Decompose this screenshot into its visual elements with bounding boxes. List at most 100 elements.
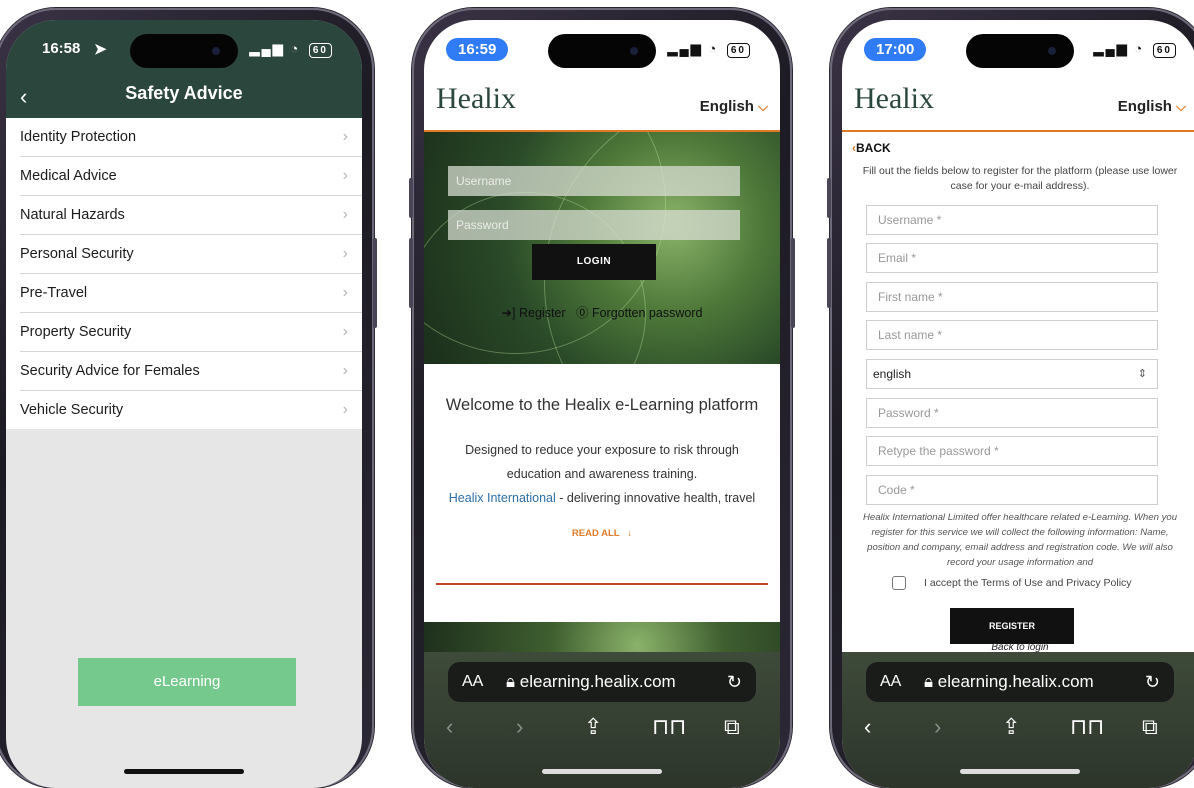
list-item-label: Personal Security: [20, 246, 134, 262]
wifi-icon: ◔: [290, 41, 301, 56]
browser-tools: ‹ › ⇪ ⊓⊓ ⧉: [424, 714, 780, 744]
url-text: elearning.healix.com: [937, 672, 1094, 691]
divider: [436, 583, 768, 585]
list-item-medical-advice[interactable]: Medical Advice ›: [20, 157, 362, 196]
forgotten-password-link[interactable]: Forgotten password: [592, 306, 702, 320]
forward-arrow-icon[interactable]: ›: [934, 714, 941, 740]
status-time: 16:58: [42, 40, 81, 57]
status-icons: ▂▄▆ ◔ 60: [250, 41, 332, 58]
healix-logo[interactable]: Healix: [854, 82, 934, 116]
privacy-notice: Healix International Limited offer healt…: [862, 512, 1178, 568]
list-item-property-security[interactable]: Property Security ›: [20, 313, 362, 352]
signal-icon: ▂▄▆: [249, 41, 285, 56]
read-all-label: READ ALL: [571, 528, 620, 539]
list-item-label: Vehicle Security: [20, 402, 124, 418]
welcome-heading: Welcome to the Healix e-Learning platfor…: [445, 396, 759, 414]
healix-international-link[interactable]: Healix International: [449, 491, 556, 505]
list-item-label: Property Security: [20, 324, 132, 340]
email-input[interactable]: Email *: [866, 243, 1158, 273]
list-item-personal-security[interactable]: Personal Security ›: [20, 235, 362, 274]
phone-safety-advice: 16:58 ➤ ▂▄▆ ◔ 60 ‹ Safety Advice Identit…: [0, 8, 377, 788]
retype-password-input[interactable]: Retype the password *: [866, 436, 1158, 466]
phone-register: 17:00 ▂▄▆ ◔ 60 Healix English ⌵ ‹BACK Fi…: [827, 8, 1194, 788]
home-indicator: [124, 769, 244, 774]
register-button[interactable]: REGISTER: [950, 608, 1074, 644]
terms-checkbox[interactable]: [892, 576, 906, 590]
username-input[interactable]: Username *: [866, 205, 1158, 235]
share-icon[interactable]: ⇪: [584, 714, 602, 740]
forward-arrow-icon[interactable]: ›: [516, 714, 523, 740]
battery-icon: 60: [1152, 43, 1176, 58]
chevron-down-icon: ⌵: [1176, 99, 1186, 114]
share-icon[interactable]: ⇪: [1002, 714, 1020, 740]
back-link[interactable]: ‹BACK: [852, 141, 891, 155]
text-size-button[interactable]: AA: [462, 662, 483, 702]
status-icons: ▂▄▆ ◔ 60: [668, 41, 750, 58]
list-item-security-advice-females[interactable]: Security Advice for Females ›: [20, 352, 362, 391]
language-label: English: [1117, 98, 1172, 115]
phone-login: 16:59 ▂▄▆ ◔ 60 Healix English ⌵ Username…: [409, 8, 795, 788]
first-name-input[interactable]: First name *: [866, 282, 1158, 312]
signal-icon: ▂▄▆: [1093, 41, 1129, 56]
code-input[interactable]: Code *: [866, 475, 1158, 505]
address-bar[interactable]: AA 🔒︎ elearning.healix.com ↻: [866, 662, 1174, 702]
back-arrow-icon[interactable]: ‹: [864, 714, 871, 740]
status-bar: 16:59 ▂▄▆ ◔ 60: [424, 38, 780, 62]
address-bar[interactable]: AA 🔒︎ elearning.healix.com ↻: [448, 662, 756, 702]
chevron-right-icon: ›: [342, 401, 348, 418]
status-time: 16:59: [446, 38, 509, 61]
chevron-right-icon: ›: [342, 323, 348, 340]
bookmarks-icon[interactable]: ⊓⊓: [652, 714, 686, 740]
list-item-identity-protection[interactable]: Identity Protection ›: [20, 118, 362, 157]
chevron-right-icon: ›: [342, 167, 348, 184]
list-item-vehicle-security[interactable]: Vehicle Security ›: [20, 391, 362, 429]
language-selector[interactable]: English ⌵: [1118, 98, 1186, 115]
bookmarks-icon[interactable]: ⊓⊓: [1070, 714, 1104, 740]
back-arrow-icon[interactable]: ‹: [446, 714, 453, 740]
home-indicator: [960, 769, 1080, 774]
status-bar: 17:00 ▂▄▆ ◔ 60: [842, 38, 1194, 62]
signal-icon: ▂▄▆: [667, 41, 703, 56]
login-button[interactable]: LOGIN: [532, 244, 656, 280]
register-link[interactable]: Register: [519, 306, 566, 320]
safari-toolbar: AA 🔒︎ elearning.healix.com ↻ ‹ › ⇪ ⊓⊓ ⧉: [424, 652, 780, 788]
lock-icon: 🔒︎: [924, 672, 934, 691]
list-item-pre-travel[interactable]: Pre-Travel ›: [20, 274, 362, 313]
wifi-icon: ◔: [708, 41, 719, 56]
language-select[interactable]: english ⇕: [866, 359, 1158, 389]
page-title: Safety Advice: [125, 83, 243, 103]
reload-icon[interactable]: ↻: [1145, 662, 1160, 702]
status-time: 17:00: [864, 38, 927, 61]
list-item-label: Security Advice for Females: [20, 363, 200, 379]
elearning-button[interactable]: eLearning: [78, 658, 296, 706]
tabs-icon[interactable]: ⧉: [724, 714, 740, 740]
battery-icon: 60: [726, 43, 750, 58]
language-selector[interactable]: English ⌵: [700, 98, 768, 115]
reload-icon[interactable]: ↻: [727, 662, 742, 702]
arrow-down-icon: ↓: [627, 528, 633, 539]
lock-icon: 🔒︎: [506, 672, 516, 691]
safety-advice-list: Identity Protection › Medical Advice › Nat…: [6, 118, 362, 429]
terms-row: I accept the Terms of Use and Privacy Po…: [892, 576, 1132, 590]
chevron-right-icon: ›: [342, 245, 348, 262]
browser-tools: ‹ › ⇪ ⊓⊓ ⧉: [842, 714, 1194, 744]
healix-logo[interactable]: Healix: [436, 82, 516, 116]
home-indicator: [542, 769, 662, 774]
text-size-button[interactable]: AA: [880, 662, 901, 702]
screen: 16:59 ▂▄▆ ◔ 60 Healix English ⌵ Username…: [424, 20, 780, 788]
site-header: Healix English ⌵: [842, 76, 1194, 132]
read-all-link[interactable]: READ ALL ↓: [424, 528, 780, 539]
password-input[interactable]: Password: [448, 210, 740, 240]
screen: 16:58 ➤ ▂▄▆ ◔ 60 ‹ Safety Advice Identit…: [6, 20, 362, 788]
status-bar: 16:58 ➤ ▂▄▆ ◔ 60: [6, 38, 362, 62]
list-item-label: Pre-Travel: [20, 285, 88, 301]
sign-in-icon: ➜]: [501, 306, 516, 320]
chevron-right-icon: ›: [342, 206, 348, 223]
username-input[interactable]: Username: [448, 166, 740, 196]
description-line: education and awareness training.: [506, 467, 698, 481]
list-item-natural-hazards[interactable]: Natural Hazards ›: [20, 196, 362, 235]
password-input[interactable]: Password *: [866, 398, 1158, 428]
language-label: English: [699, 98, 754, 115]
last-name-input[interactable]: Last name *: [866, 320, 1158, 350]
tabs-icon[interactable]: ⧉: [1142, 714, 1158, 740]
